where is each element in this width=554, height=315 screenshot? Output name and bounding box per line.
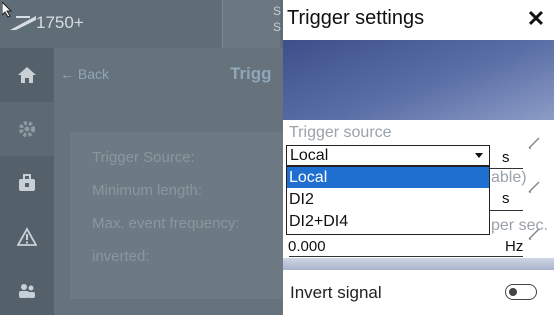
trigger-source-select[interactable]: Local — [286, 145, 490, 166]
trigger-source-dropdown: Local DI2 DI2+DI4 — [286, 166, 490, 235]
bg-label-min-length: Minimum length: — [92, 182, 203, 199]
users-icon — [19, 284, 35, 298]
trigger-source-label: Trigger source — [289, 124, 392, 141]
sidebar — [0, 48, 54, 315]
bg-label-max-freq: Max. event frequency: — [92, 215, 240, 232]
sidebar-settings-button[interactable] — [0, 102, 54, 156]
warning-icon — [17, 227, 37, 246]
dialog-title: Trigger settings — [287, 7, 425, 29]
gear-icon — [19, 121, 35, 137]
trigger-settings-dialog: Trigger settings ✕ Trigger source Local … — [283, 0, 554, 315]
dropdown-option-di2-di4[interactable]: DI2+DI4 — [287, 211, 489, 232]
bg-label-trigger-source: Trigger Source: — [92, 149, 195, 166]
home-icon — [18, 67, 36, 83]
toggle-knob — [509, 288, 517, 296]
close-icon[interactable]: ✕ — [526, 8, 546, 30]
max-freq-underline — [289, 256, 523, 257]
invert-signal-label: Invert signal — [290, 283, 382, 302]
edit-pencil-icon[interactable] — [527, 136, 541, 150]
max-freq-value[interactable]: 0.000 — [288, 238, 326, 255]
dropdown-option-local[interactable]: Local — [287, 167, 489, 188]
dropdown-option-di2[interactable]: DI2 — [287, 189, 489, 210]
device-model: 1750+ — [36, 13, 84, 32]
sidebar-toolbox-button[interactable] — [0, 156, 54, 210]
min-length-label: able) — [491, 169, 527, 186]
mouse-cursor-icon — [2, 2, 13, 18]
trigger-source-unit: s — [502, 149, 510, 166]
back-link[interactable]: ← Back — [60, 66, 109, 82]
screen: 1750+ S S ← Back Trigg Trigger Source: M… — [0, 0, 554, 315]
sidebar-warning-button[interactable] — [0, 210, 54, 264]
bg-label-inverted: inverted: — [92, 248, 150, 265]
toolbox-icon — [19, 174, 35, 191]
edit-pencil-icon[interactable] — [527, 180, 541, 194]
section-divider — [283, 258, 554, 270]
edit-pencil-icon[interactable] — [527, 227, 541, 241]
dialog-banner — [283, 40, 554, 120]
max-freq-unit: Hz — [505, 238, 524, 255]
background-page-title: Trigg — [230, 64, 272, 83]
top-tab[interactable]: S S — [222, 0, 282, 48]
top-tab-letter-2: S — [273, 20, 282, 34]
dialog-header: Trigger settings ✕ — [283, 0, 554, 40]
sidebar-users-button[interactable] — [0, 264, 54, 315]
trigger-source-value: Local — [290, 147, 329, 164]
background-content: ← Back Trigg Trigger Source: Minimum len… — [54, 48, 284, 315]
top-tab-letter-1: S — [273, 4, 282, 18]
invert-signal-toggle[interactable] — [505, 284, 537, 300]
chevron-down-icon — [475, 153, 483, 158]
min-length-unit: s — [502, 190, 510, 207]
sidebar-home-button[interactable] — [0, 48, 54, 102]
